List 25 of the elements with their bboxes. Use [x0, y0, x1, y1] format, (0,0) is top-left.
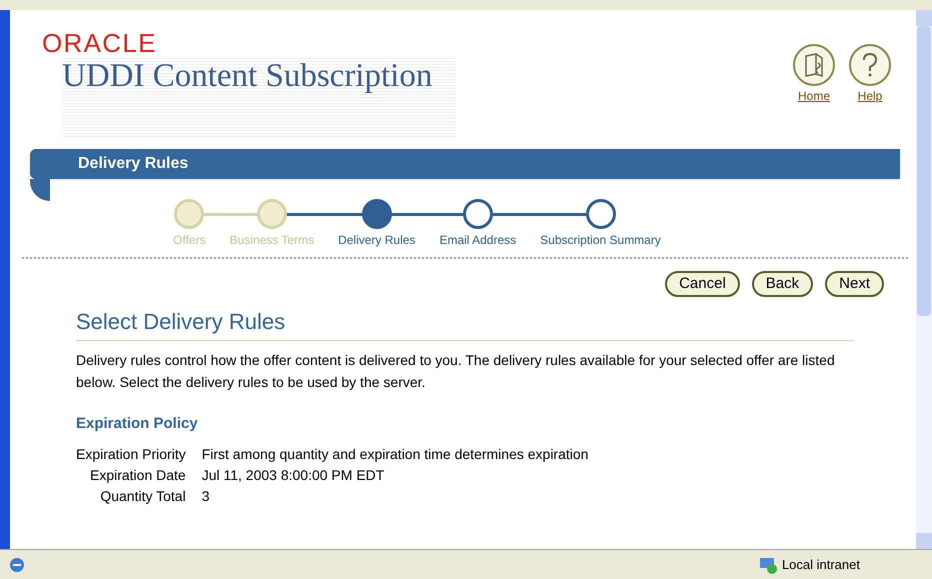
step-label: Subscription Summary — [539, 232, 662, 250]
step-label: Offers — [172, 232, 207, 250]
section-description: Delivery rules control how the offer content is delivered to you. The delivery rules available for your selected offer are listed below. Select the delivery rules to be used by the server. — [76, 351, 836, 392]
subsection-heading: Expiration Policy — [76, 414, 199, 434]
app-title: UDDI Content Subscription — [62, 56, 456, 138]
scrollbar[interactable] — [916, 10, 932, 549]
nav-button[interactable]: Back — [752, 271, 814, 298]
help-icon — [848, 43, 892, 88]
field-value: 3 — [202, 486, 210, 506]
home-link[interactable]: Home — [792, 43, 836, 106]
nav-button[interactable]: Cancel — [665, 271, 740, 298]
field-label: Expiration Priority — [76, 444, 186, 464]
field-value: Jul 11, 2003 8:00:00 PM EDT — [202, 466, 386, 485]
field-label: Quantity Total — [99, 486, 186, 506]
help-link[interactable]: Help — [848, 43, 892, 106]
nav-button[interactable]: Next — [825, 271, 884, 298]
step-label: Business Terms — [228, 232, 316, 250]
zone-label: Local intranet — [782, 556, 860, 574]
field-value: First among quantity and expiration time determines expiration — [202, 444, 590, 464]
brand-logo: ORACLE — [42, 30, 158, 56]
step-label: Email Address — [438, 232, 518, 250]
banner-title: Delivery Rules — [78, 154, 188, 174]
section-heading: Select Delivery Rules — [76, 305, 854, 342]
field-label: Expiration Date — [88, 466, 186, 485]
step-label: Delivery Rules — [337, 232, 416, 250]
